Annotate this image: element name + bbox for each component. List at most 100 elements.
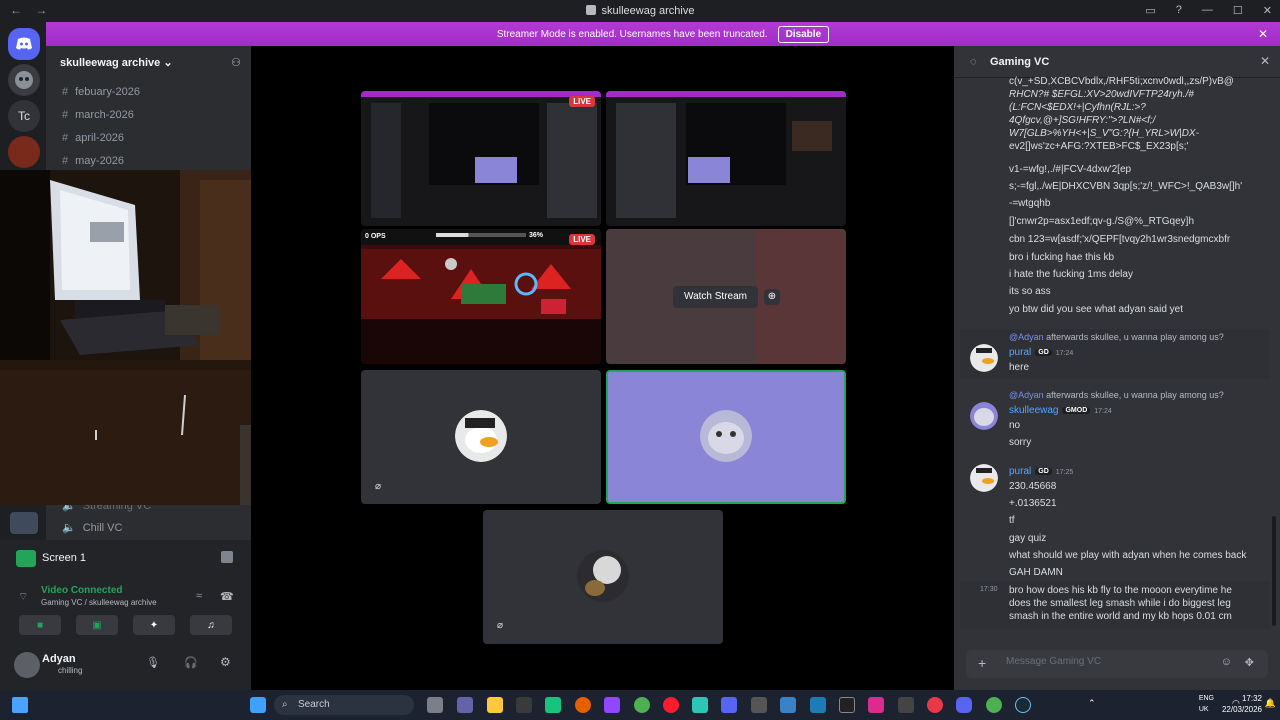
soundboard-button[interactable]: ♫ (190, 615, 232, 635)
pural-avatar (455, 410, 507, 462)
minimize-button[interactable]: — (1202, 4, 1213, 17)
video-connected-status[interactable]: Video Connected (41, 585, 123, 596)
app-pink-icon[interactable] (868, 697, 884, 713)
close-button[interactable]: ✕ (1263, 4, 1272, 17)
user-name[interactable]: Adyan (42, 653, 76, 665)
help-icon[interactable]: ? (1176, 4, 1182, 17)
channel-febuary-2026[interactable]: # febuary-2026 (62, 86, 140, 98)
author-name[interactable]: skulleewag (1009, 405, 1058, 416)
app-heart-icon[interactable] (692, 697, 708, 713)
reply-preview[interactable]: @Adyan afterwards skullee, u wanna play … (1009, 390, 1269, 400)
app-code-icon[interactable] (751, 697, 767, 713)
teams-icon[interactable] (457, 697, 473, 713)
disconnect-icon[interactable]: ☎ (220, 590, 234, 603)
reply-preview[interactable]: @Adyan afterwards skullee, u wanna play … (1009, 332, 1269, 342)
participant-tile-adyan[interactable]: ⌀ (483, 510, 723, 644)
stream-tile-game[interactable]: 0 OPS 36% LIVE (361, 229, 601, 364)
language-indicator[interactable]: ENG UK (1199, 693, 1214, 715)
file-explorer-icon[interactable] (487, 697, 503, 713)
discord-home-icon[interactable] (8, 28, 40, 60)
notification-bell-icon[interactable]: 🔔 (1265, 698, 1276, 709)
stream-banner-strip (361, 91, 601, 97)
noise-suppression-icon[interactable]: ≈ (196, 590, 202, 602)
chat-message: bro how does his kb fly to the mooon eve… (1009, 585, 1232, 622)
app-blue-icon[interactable] (810, 697, 826, 713)
message-input[interactable] (1006, 656, 1206, 667)
app-diamond-icon[interactable] (898, 697, 914, 713)
server-icon-soldiers[interactable] (8, 136, 40, 168)
tray-chevron-icon[interactable]: ⌃ (1088, 698, 1096, 709)
muted-video-icon: ⌀ (375, 481, 382, 492)
server-name[interactable]: skulleewag archive ⌄ (60, 56, 173, 69)
banner-close-icon[interactable]: ✕ (1258, 27, 1268, 41)
app-t-icon[interactable] (545, 697, 561, 713)
emoji-icon[interactable]: ☺ (1221, 656, 1232, 668)
opera-icon[interactable] (663, 697, 679, 713)
app-icon[interactable] (516, 697, 532, 713)
chrome-icon-2[interactable] (986, 697, 1002, 713)
server-icon-tc[interactable]: Tc (8, 100, 40, 132)
role-badge: GMOD (1062, 407, 1091, 414)
chat-line: RHCN?# $EFGL:XV>20wdIVFTP24ryh./# (1009, 89, 1194, 100)
system-clock[interactable]: 17:32 22/03/2026 (1222, 693, 1262, 715)
screen-share-button[interactable]: ▣ (76, 615, 118, 635)
voice-location[interactable]: Gaming VC / skulleewag archive (41, 598, 157, 607)
participant-tile-skulleewag[interactable] (606, 370, 846, 504)
channel-march-2026[interactable]: # march-2026 (62, 109, 134, 121)
maximize-button[interactable]: ☐ (1233, 4, 1243, 17)
show-desktop-icon[interactable] (12, 697, 28, 713)
stream-tile-1[interactable]: LIVE (361, 91, 601, 226)
windows-start-icon[interactable] (250, 697, 266, 713)
app-screen-icon[interactable] (780, 697, 796, 713)
close-chat-icon[interactable]: ✕ (1260, 54, 1270, 68)
chat-author[interactable]: skulleewag GMOD 17:24 (1009, 405, 1112, 416)
chat-line: ev2[]ws'zc+AFG:?XTEB>FC$_EX23p[s;' (1009, 141, 1189, 152)
chat-message: v1-=wfg!,./#|FCV-4dxw'2[ep (1009, 163, 1269, 176)
server-icon-cube[interactable] (10, 512, 38, 534)
settings-gear-icon[interactable]: ⚙ (220, 655, 231, 669)
discord-taskbar-icon[interactable] (956, 697, 972, 713)
mic-icon[interactable]: 🎙 (146, 656, 160, 669)
app-n-icon[interactable] (839, 697, 855, 713)
chat-scrollbar[interactable] (1272, 516, 1276, 626)
task-view-icon[interactable] (427, 697, 443, 713)
timestamp: 17:30 (980, 586, 998, 593)
apps-icon[interactable]: ✥ (1245, 656, 1254, 669)
voice-channel-chill[interactable]: 🔈 Chill VC (62, 521, 122, 534)
stop-share-icon[interactable] (221, 551, 233, 563)
user-avatar[interactable] (14, 652, 40, 678)
disable-button[interactable]: Disable (777, 25, 830, 43)
voice-panel: Screen 1 ⌔ Video Connected Gaming VC / s… (0, 540, 251, 690)
chat-line: v1-=wfg!,./#|FCV-4dxw'2[ep (1009, 164, 1132, 175)
popout-icon[interactable]: ⊕ (764, 289, 780, 305)
pural-avatar[interactable] (970, 464, 998, 492)
channel-april-2026[interactable]: # april-2026 (62, 132, 124, 144)
invite-people-icon[interactable]: ⚇ (231, 56, 241, 69)
camera-button[interactable]: ■ (19, 615, 61, 635)
skulleewag-avatar[interactable] (970, 402, 998, 430)
headphones-icon[interactable]: 🎧 (184, 656, 198, 669)
chat-author[interactable]: pural GD 17:24 (1009, 347, 1073, 358)
app-red-icon[interactable] (927, 697, 943, 713)
watch-stream-button[interactable]: Watch Stream (673, 286, 758, 308)
taskbar-search[interactable]: ⌕ Search (274, 695, 414, 715)
app-chat-icon[interactable] (721, 697, 737, 713)
stream-tile-2[interactable] (606, 91, 846, 226)
twitch-icon[interactable] (604, 697, 620, 713)
steam-icon[interactable] (1015, 697, 1031, 713)
chat-author[interactable]: pural GD 17:25 (1009, 466, 1073, 477)
channel-may-2026[interactable]: # may-2026 (62, 155, 124, 167)
add-attachment-icon[interactable]: + (978, 655, 986, 671)
participant-tile-pural[interactable]: ⌀ (361, 370, 601, 504)
author-name[interactable]: pural (1009, 347, 1031, 358)
pural-avatar[interactable] (970, 344, 998, 372)
activities-button[interactable]: ✦ (133, 615, 175, 635)
author-name[interactable]: pural (1009, 466, 1031, 477)
server-icon-skull[interactable] (8, 64, 40, 96)
chrome-icon[interactable] (634, 697, 650, 713)
chat-line: sorry (1009, 437, 1032, 448)
adyan-avatar (577, 550, 629, 602)
inbox-icon[interactable]: ▭ (1145, 4, 1155, 17)
stream-tile-watch[interactable]: Watch Stream ⊕ (606, 229, 846, 364)
firefox-icon[interactable] (575, 697, 591, 713)
